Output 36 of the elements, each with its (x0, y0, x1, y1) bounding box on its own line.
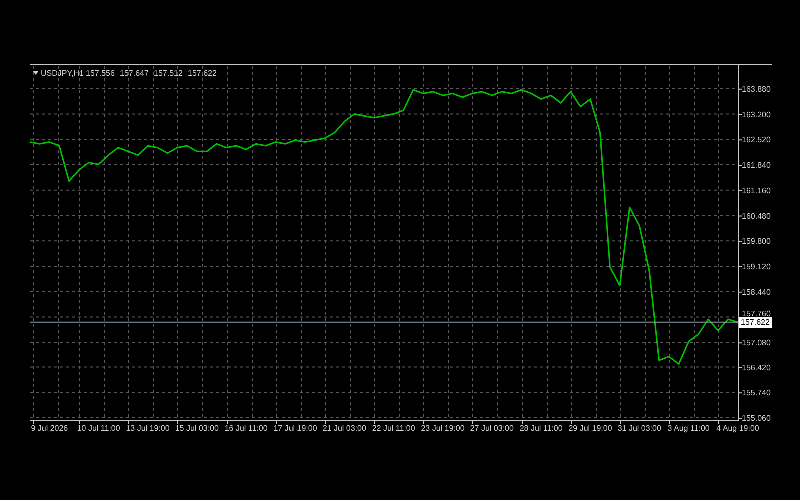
time-axis-label: 27 Jul 03:00 (470, 424, 514, 433)
time-axis-label: 22 Jul 11:00 (372, 424, 416, 433)
price-axis-label: 155.060 (742, 414, 771, 423)
price-axis-label: 155.740 (742, 388, 771, 398)
price-axis-label: 160.480 (742, 212, 771, 221)
price-axis-label: 163.200 (742, 110, 771, 120)
price-axis-label: 161.840 (742, 161, 771, 170)
price-axis-label: 157.080 (742, 338, 771, 348)
price-axis-label: 157.760 (742, 309, 771, 318)
symbol-label: USDJPY,H1 (41, 69, 84, 78)
ohlc-value: 157.556 (86, 69, 115, 78)
ohlc-value: 157.622 (188, 69, 217, 78)
ohlc-value: 157.512 (154, 69, 183, 78)
current-price-label: 157.622 (739, 317, 772, 328)
time-axis-label: 28 Jul 11:00 (520, 424, 563, 433)
time-axis-label: 29 Jul 19:00 (568, 424, 612, 433)
time-axis-label: 16 Jul 11:00 (224, 424, 268, 433)
time-axis-label: 17 Jul 19:00 (274, 424, 318, 433)
price-axis-label: 161.160 (742, 186, 771, 196)
time-axis-label: 21 Jul 03:00 (322, 424, 366, 433)
price-axis-label: 158.440 (742, 288, 771, 297)
ohlc-value: 157.647 (120, 69, 149, 78)
time-axis-label: 13 Jul 19:00 (126, 424, 170, 433)
price-axis-label: 159.800 (742, 237, 771, 246)
time-axis-label: 31 Jul 03:00 (618, 424, 662, 433)
time-axis-label: 15 Jul 03:00 (175, 424, 219, 433)
time-axis-label: 10 Jul 11:00 (77, 424, 120, 433)
time-axis-label: 4 Aug 19:00 (716, 424, 760, 433)
price-axis-label: 162.520 (742, 136, 771, 145)
time-axis-label: 23 Jul 19:00 (421, 424, 465, 433)
price-axis-label: 163.880 (742, 84, 771, 94)
time-axis-label: 9 Jul 2026 (31, 424, 68, 433)
dropdown-triangle-icon[interactable] (33, 71, 39, 75)
time-axis-label: 3 Aug 11:00 (668, 424, 710, 433)
price-axis-label: 156.420 (742, 363, 771, 372)
price-axis-label: 159.120 (742, 262, 771, 272)
